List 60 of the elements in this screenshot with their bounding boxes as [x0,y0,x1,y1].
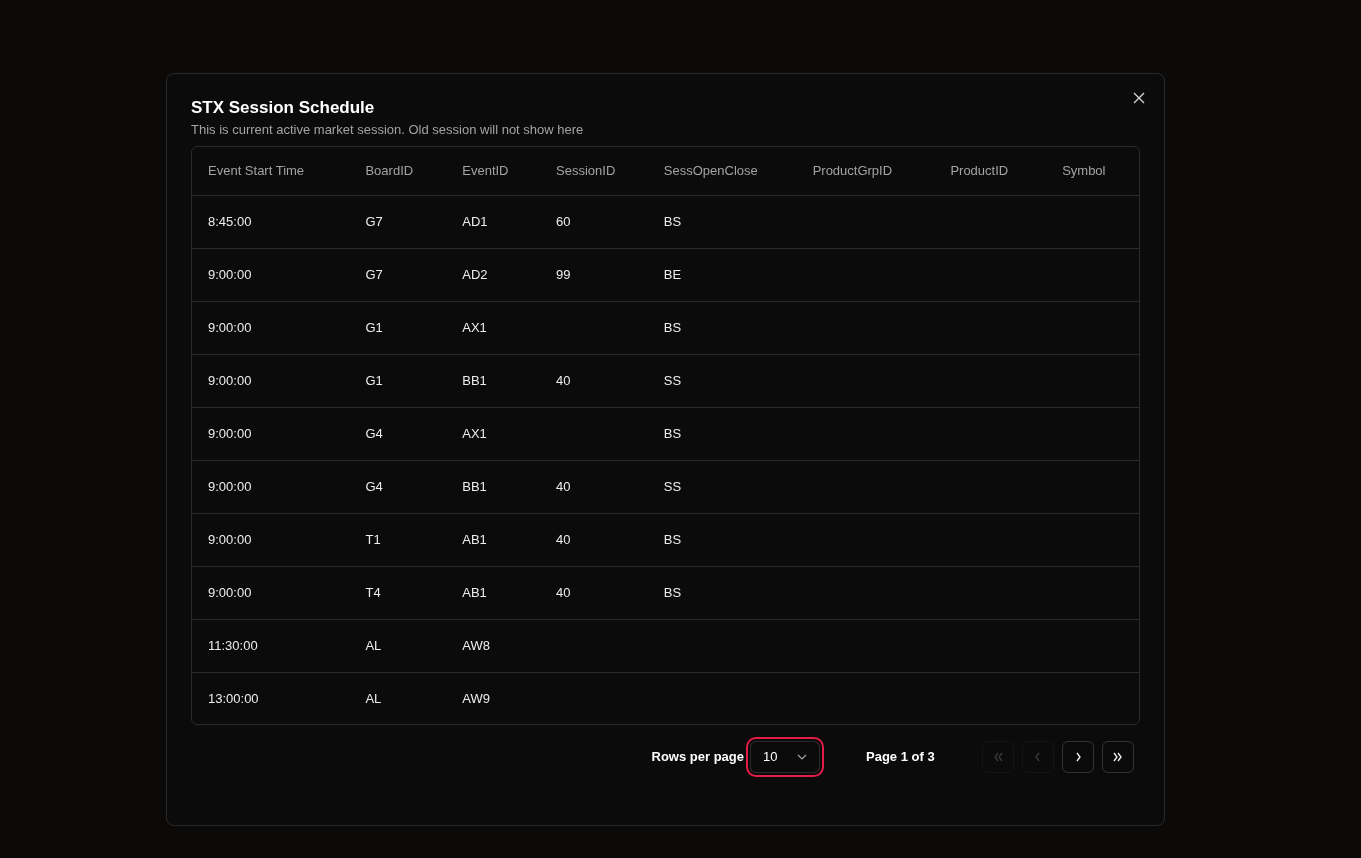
table-cell: G1 [365,319,383,335]
table-cell: AL [365,690,382,706]
table-cell: BB1 [462,478,487,494]
table-cell: AD2 [462,266,488,282]
table-cell: 9:00:00 [208,425,252,441]
table-cell: AX1 [462,319,487,335]
table-cell: AB1 [462,584,487,600]
table-cell: 8:45:00 [208,213,252,229]
table-cell: BS [663,584,682,600]
table-cell: 11:30:00 [208,637,258,653]
table-cell: 40 [556,531,571,547]
last-page-button[interactable] [1102,741,1134,773]
table-cell: 9:00:00 [208,372,252,388]
page-indicator: Page 1 of 3 [866,748,936,767]
table-cell: 99 [556,266,571,282]
table-cell: G1 [365,372,383,388]
dialog-description: This is current active market session. Old session will not show here [191,121,585,139]
table-cell: G7 [365,213,383,229]
table-cell: 60 [556,213,571,229]
table-cell: 40 [556,584,571,600]
table-cell: BB1 [462,372,487,388]
dialog-title: STX Session Schedule [191,97,376,119]
table-cell: AW8 [462,637,490,653]
table-cell: BE [663,266,682,282]
column-header: Symbol [1062,163,1106,178]
table-cell: AL [365,637,382,653]
column-header: SessionID [556,163,616,178]
rows-per-page-label: Rows per page [651,748,744,767]
table-cell: 40 [556,478,571,494]
table-cell: 9:00:00 [208,584,252,600]
chevron-down-icon [797,754,807,760]
table-cell: 40 [556,372,571,388]
table-cell: 9:00:00 [208,319,252,335]
table-cell: 9:00:00 [208,531,252,547]
column-header: BoardID [365,163,414,178]
close-icon[interactable] [1132,91,1146,105]
table-cell: 9:00:00 [208,266,252,282]
table-cell: SS [663,372,682,388]
table-cell: G7 [365,266,383,282]
table-cell: T1 [365,531,381,547]
column-header: EventID [462,163,509,178]
table-cell: BS [663,531,682,547]
table-cell: AX1 [462,425,487,441]
column-header: SessOpenClose [663,163,758,178]
table-cell: BS [663,319,682,335]
table-cell: 9:00:00 [208,478,252,494]
table-cell: G4 [365,425,383,441]
table-cell: 13:00:00 [208,690,259,706]
column-header: ProductID [950,163,1009,178]
table-cell: G4 [365,478,383,494]
column-header: ProductGrpID [812,163,893,178]
column-header: Event Start Time [208,163,305,178]
table-cell: BS [663,213,682,229]
table-cell: AW9 [462,690,490,706]
table-cell: T4 [365,584,381,600]
table-cell: AD1 [462,213,488,229]
table-cell: SS [663,478,682,494]
next-page-button[interactable] [1062,741,1094,773]
table-cell: BS [663,425,682,441]
table-cell: AB1 [462,531,487,547]
